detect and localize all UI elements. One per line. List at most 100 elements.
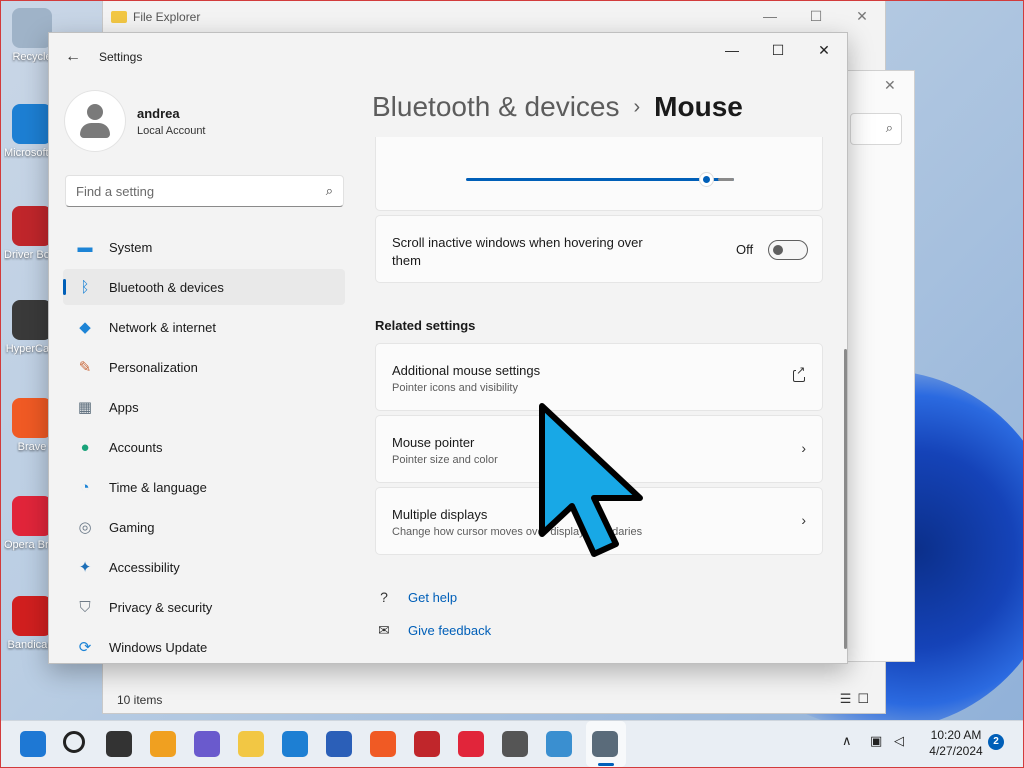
- volume-icon[interactable]: ◁: [894, 733, 904, 749]
- settings-gear-icon[interactable]: [592, 731, 618, 757]
- sidebar-item-label: Network & internet: [109, 319, 216, 335]
- scroll-inactive-label: Scroll inactive windows when hovering ov…: [392, 235, 643, 268]
- sidebar-item-label: System: [109, 239, 153, 255]
- explorer-maximize-button[interactable]: ☐: [793, 1, 839, 31]
- give-feedback-link[interactable]: ✉ Give feedback: [375, 622, 491, 639]
- clock-time: 10:20 AM: [930, 728, 982, 742]
- notification-badge[interactable]: 2: [988, 734, 1004, 750]
- settings-window[interactable]: ← Settings — ☐ ✕ andrea Local Account Fi…: [48, 32, 848, 664]
- sidebar-item-label: Privacy & security: [109, 599, 213, 615]
- monitor-app-icon[interactable]: [546, 731, 572, 757]
- explorer-close-button[interactable]: ✕: [839, 1, 885, 31]
- background-window-close-button[interactable]: ✕: [884, 77, 896, 94]
- task-view-icon[interactable]: [106, 731, 132, 757]
- sidebar-item-accounts[interactable]: ● Accounts: [63, 429, 345, 465]
- hypercam-icon: [12, 300, 52, 340]
- chevron-up-icon[interactable]: ∧: [842, 733, 852, 749]
- close-button[interactable]: ✕: [801, 33, 847, 67]
- network-icon[interactable]: ▣: [870, 733, 882, 749]
- store-icon[interactable]: [326, 731, 352, 757]
- get-help-link[interactable]: ? Get help: [375, 589, 457, 605]
- additional-mouse-settings-link[interactable]: Additional mouse settings Pointer icons …: [375, 343, 823, 411]
- background-window[interactable]: ✕ ⌕: [846, 70, 915, 662]
- sidebar-item-label: Bluetooth & devices: [109, 279, 224, 295]
- brave-icon[interactable]: [370, 731, 396, 757]
- sidebar-item-label: Apps: [109, 399, 139, 415]
- system-clock[interactable]: 10:20 AM 4/27/2024: [918, 727, 994, 759]
- find-setting-placeholder: Find a setting: [76, 184, 155, 199]
- globe-icon: ◔: [80, 478, 90, 496]
- slider-track[interactable]: [466, 178, 734, 181]
- view-toggle-icons[interactable]: ☰☐: [840, 691, 875, 707]
- active-app-indicator: [598, 763, 614, 766]
- feedback-icon: ✉: [378, 622, 390, 638]
- sidebar-item-label: Time & language: [109, 479, 207, 495]
- scroll-inactive-toggle[interactable]: [768, 240, 808, 260]
- profile-account-type: Local Account: [137, 124, 206, 137]
- scroll-inactive-setting: Scroll inactive windows when hovering ov…: [375, 215, 823, 283]
- brave-icon: [12, 398, 52, 438]
- opera-icon: [12, 496, 52, 536]
- accounts-icon: ●: [80, 438, 90, 456]
- link-title: Mouse pointer: [392, 435, 475, 450]
- breadcrumb-parent[interactable]: Bluetooth & devices: [372, 91, 620, 122]
- background-window-search[interactable]: ⌕: [850, 113, 902, 145]
- app-purple-icon[interactable]: [194, 731, 220, 757]
- sidebar-item-accessibility[interactable]: ✦ Accessibility: [63, 549, 345, 585]
- profile-name: andrea: [137, 105, 180, 121]
- find-setting-input[interactable]: Find a setting ⌕: [65, 175, 344, 207]
- search-icon[interactable]: ⌕: [326, 183, 333, 199]
- toggle-state-label: Off: [736, 242, 754, 257]
- edge-icon[interactable]: [282, 731, 308, 757]
- opera-icon[interactable]: [458, 731, 484, 757]
- avatar[interactable]: [65, 91, 125, 151]
- chevron-right-icon: ›: [801, 440, 806, 456]
- system-icon: ▬: [77, 238, 93, 256]
- file-explorer-icon[interactable]: [238, 731, 264, 757]
- hypercam-icon[interactable]: [502, 731, 528, 757]
- help-icon: ?: [380, 589, 388, 605]
- link-subtitle: Pointer size and color: [392, 454, 498, 466]
- app-yellow-icon[interactable]: [150, 731, 176, 757]
- gamepad-icon: ◎: [78, 519, 92, 536]
- scroll-lines-slider-card: [375, 137, 823, 211]
- sidebar-item-network-internet[interactable]: ◆ Network & internet: [63, 309, 345, 345]
- link-title: Additional mouse settings: [392, 363, 541, 378]
- sidebar-item-label: Accounts: [109, 439, 163, 455]
- maximize-button[interactable]: ☐: [755, 33, 801, 67]
- sidebar-item-bluetooth-devices[interactable]: ᛒ Bluetooth & devices: [63, 269, 345, 305]
- sidebar-item-windows-update[interactable]: ⟳ Windows Update: [63, 629, 345, 663]
- sidebar-item-label: Personalization: [109, 359, 198, 375]
- minimize-button[interactable]: —: [709, 33, 755, 67]
- taskbar: ∧ ▣ ◁ 10:20 AM 4/27/2024 2: [0, 720, 1024, 768]
- content-scrollbar[interactable]: [844, 349, 847, 649]
- accessibility-icon: ✦: [78, 559, 92, 576]
- sidebar-item-privacy-security[interactable]: ⛉ Privacy & security: [63, 589, 345, 625]
- slider-track-remaining[interactable]: [718, 178, 734, 181]
- wifi-icon: ◆: [79, 319, 91, 336]
- explorer-minimize-button[interactable]: —: [747, 1, 793, 31]
- sidebar-item-system[interactable]: ▬ System: [63, 229, 345, 265]
- user-profile[interactable]: andrea Local Account: [65, 91, 206, 151]
- sidebar-item-gaming[interactable]: ◎ Gaming: [63, 509, 345, 545]
- external-link-icon: [793, 365, 806, 382]
- get-help-label[interactable]: Get help: [408, 590, 457, 605]
- search-icon[interactable]: [63, 731, 85, 753]
- brush-icon: ✎: [78, 359, 92, 376]
- start-icon[interactable]: [20, 731, 46, 757]
- settings-titlebar[interactable]: ← Settings — ☐ ✕: [49, 33, 847, 81]
- edge-icon: [12, 104, 52, 144]
- link-subtitle: Pointer icons and visibility: [392, 382, 518, 394]
- settings-app-title: Settings: [99, 50, 143, 64]
- sidebar-item-time-language[interactable]: ◔ Time & language: [63, 469, 345, 505]
- back-arrow-icon[interactable]: ←: [53, 48, 93, 66]
- driver-booster-icon[interactable]: [414, 731, 440, 757]
- shield-icon: ⛉: [79, 598, 91, 616]
- give-feedback-label[interactable]: Give feedback: [408, 623, 491, 638]
- driver-booster-icon: [12, 206, 52, 246]
- page-title: Bluetooth & devices › Mouse: [372, 91, 743, 123]
- sidebar-item-personalization[interactable]: ✎ Personalization: [63, 349, 345, 385]
- bandicam-icon: [12, 596, 52, 636]
- sidebar-item-apps[interactable]: ▦ Apps: [63, 389, 345, 425]
- slider-thumb[interactable]: [699, 172, 714, 187]
